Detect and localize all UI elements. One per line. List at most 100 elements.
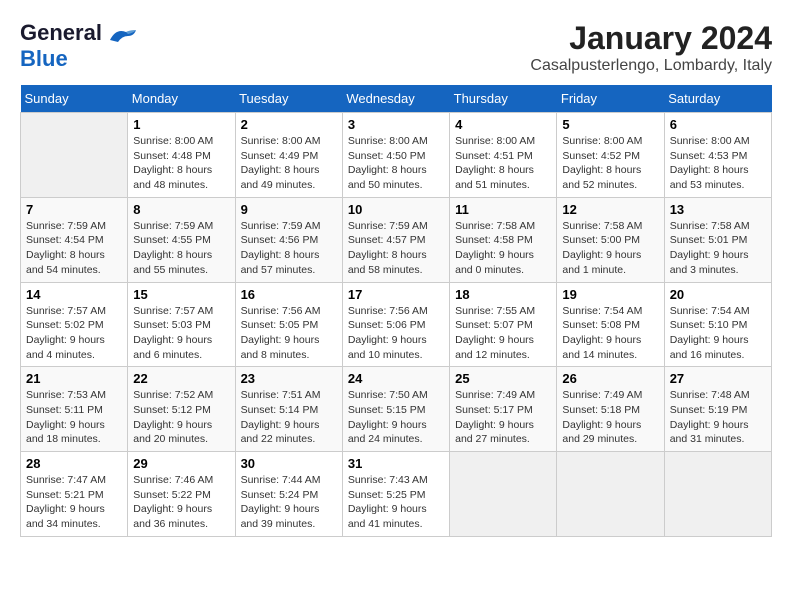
day-number: 11 — [455, 202, 551, 217]
calendar-cell: 18Sunrise: 7:55 AM Sunset: 5:07 PM Dayli… — [450, 282, 557, 367]
calendar-cell: 4 Sunrise: 8:00 AM Sunset: 4:51 PM Daylig… — [450, 113, 557, 198]
cell-content: Sunrise: 7:48 AM Sunset: 5:19 PM Dayligh… — [670, 388, 766, 447]
cell-content: Sunrise: 7:59 AM Sunset: 4:54 PM Dayligh… — [26, 219, 122, 278]
calendar-cell: 8 Sunrise: 7:59 AM Sunset: 4:55 PM Daylig… — [128, 197, 235, 282]
cell-content: Sunrise: 8:00 AM Sunset: 4:49 PM Dayligh… — [241, 134, 337, 193]
cell-content: Sunrise: 7:53 AM Sunset: 5:11 PM Dayligh… — [26, 388, 122, 447]
cell-content: Sunrise: 8:00 AM Sunset: 4:48 PM Dayligh… — [133, 134, 229, 193]
cell-content: Sunrise: 7:58 AM Sunset: 4:58 PM Dayligh… — [455, 219, 551, 278]
calendar-cell: 9Sunrise: 7:59 AM Sunset: 4:56 PM Daylig… — [235, 197, 342, 282]
logo-bird-icon — [108, 26, 140, 46]
logo-line2: Blue — [20, 46, 68, 71]
cell-content: Sunrise: 7:57 AM Sunset: 5:02 PM Dayligh… — [26, 304, 122, 363]
calendar-cell: 7 Sunrise: 7:59 AM Sunset: 4:54 PM Daylig… — [21, 197, 128, 282]
calendar-cell: 30 Sunrise: 7:44 AM Sunset: 5:24 PM Dayli… — [235, 452, 342, 537]
day-number: 24 — [348, 371, 444, 386]
day-number: 29 — [133, 456, 229, 471]
header-sunday: Sunday — [21, 85, 128, 113]
day-number: 15 — [133, 287, 229, 302]
cell-content: Sunrise: 7:57 AM Sunset: 5:03 PM Dayligh… — [133, 304, 229, 363]
day-number: 22 — [133, 371, 229, 386]
calendar-cell: 6Sunrise: 8:00 AM Sunset: 4:53 PM Daylig… — [664, 113, 771, 198]
day-number: 8 — [133, 202, 229, 217]
cell-content: Sunrise: 8:00 AM Sunset: 4:52 PM Dayligh… — [562, 134, 658, 193]
day-number: 26 — [562, 371, 658, 386]
cell-content: Sunrise: 7:59 AM Sunset: 4:56 PM Dayligh… — [241, 219, 337, 278]
cell-content: Sunrise: 7:58 AM Sunset: 5:01 PM Dayligh… — [670, 219, 766, 278]
calendar-cell: 19 Sunrise: 7:54 AM Sunset: 5:08 PM Dayli… — [557, 282, 664, 367]
calendar-cell: 29 Sunrise: 7:46 AM Sunset: 5:22 PM Dayli… — [128, 452, 235, 537]
main-title: January 2024 — [530, 20, 772, 57]
calendar-cell: 25Sunrise: 7:49 AM Sunset: 5:17 PM Dayli… — [450, 367, 557, 452]
day-number: 30 — [241, 456, 337, 471]
logo-line1: General — [20, 20, 102, 45]
cell-content: Sunrise: 7:54 AM Sunset: 5:08 PM Dayligh… — [562, 304, 658, 363]
week-row-1: 1 Sunrise: 8:00 AM Sunset: 4:48 PM Daylig… — [21, 113, 772, 198]
cell-content: Sunrise: 7:59 AM Sunset: 4:57 PM Dayligh… — [348, 219, 444, 278]
day-number: 13 — [670, 202, 766, 217]
cell-content: Sunrise: 7:44 AM Sunset: 5:24 PM Dayligh… — [241, 473, 337, 532]
logo: General Blue — [20, 20, 140, 72]
cell-content: Sunrise: 7:59 AM Sunset: 4:55 PM Dayligh… — [133, 219, 229, 278]
calendar-cell: 16Sunrise: 7:56 AM Sunset: 5:05 PM Dayli… — [235, 282, 342, 367]
calendar-cell: 1 Sunrise: 8:00 AM Sunset: 4:48 PM Daylig… — [128, 113, 235, 198]
cell-content: Sunrise: 7:49 AM Sunset: 5:18 PM Dayligh… — [562, 388, 658, 447]
cell-content: Sunrise: 8:00 AM Sunset: 4:50 PM Dayligh… — [348, 134, 444, 193]
day-number: 7 — [26, 202, 122, 217]
cell-content: Sunrise: 7:49 AM Sunset: 5:17 PM Dayligh… — [455, 388, 551, 447]
calendar-cell: 31Sunrise: 7:43 AM Sunset: 5:25 PM Dayli… — [342, 452, 449, 537]
day-number: 10 — [348, 202, 444, 217]
day-number: 3 — [348, 117, 444, 132]
cell-content: Sunrise: 7:46 AM Sunset: 5:22 PM Dayligh… — [133, 473, 229, 532]
day-number: 19 — [562, 287, 658, 302]
calendar-cell — [664, 452, 771, 537]
calendar-cell: 28 Sunrise: 7:47 AM Sunset: 5:21 PM Dayli… — [21, 452, 128, 537]
day-number: 4 — [455, 117, 551, 132]
calendar-cell: 21 Sunrise: 7:53 AM Sunset: 5:11 PM Dayli… — [21, 367, 128, 452]
cell-content: Sunrise: 7:51 AM Sunset: 5:14 PM Dayligh… — [241, 388, 337, 447]
cell-content: Sunrise: 7:54 AM Sunset: 5:10 PM Dayligh… — [670, 304, 766, 363]
week-row-2: 7 Sunrise: 7:59 AM Sunset: 4:54 PM Daylig… — [21, 197, 772, 282]
calendar-cell: 5 Sunrise: 8:00 AM Sunset: 4:52 PM Daylig… — [557, 113, 664, 198]
header-tuesday: Tuesday — [235, 85, 342, 113]
calendar-cell: 20 Sunrise: 7:54 AM Sunset: 5:10 PM Dayli… — [664, 282, 771, 367]
day-number: 28 — [26, 456, 122, 471]
week-row-3: 14 Sunrise: 7:57 AM Sunset: 5:02 PM Dayli… — [21, 282, 772, 367]
header-row: SundayMondayTuesdayWednesdayThursdayFrid… — [21, 85, 772, 113]
day-number: 18 — [455, 287, 551, 302]
cell-content: Sunrise: 8:00 AM Sunset: 4:53 PM Dayligh… — [670, 134, 766, 193]
cell-content: Sunrise: 7:50 AM Sunset: 5:15 PM Dayligh… — [348, 388, 444, 447]
cell-content: Sunrise: 7:56 AM Sunset: 5:06 PM Dayligh… — [348, 304, 444, 363]
day-number: 16 — [241, 287, 337, 302]
calendar-cell: 10 Sunrise: 7:59 AM Sunset: 4:57 PM Dayli… — [342, 197, 449, 282]
day-number: 20 — [670, 287, 766, 302]
day-number: 17 — [348, 287, 444, 302]
calendar-cell: 27 Sunrise: 7:48 AM Sunset: 5:19 PM Dayli… — [664, 367, 771, 452]
day-number: 23 — [241, 371, 337, 386]
day-number: 27 — [670, 371, 766, 386]
calendar-cell: 22 Sunrise: 7:52 AM Sunset: 5:12 PM Dayli… — [128, 367, 235, 452]
page-header: General Blue January 2024 Casalpusterlen… — [20, 20, 772, 75]
calendar-cell: 3 Sunrise: 8:00 AM Sunset: 4:50 PM Daylig… — [342, 113, 449, 198]
header-thursday: Thursday — [450, 85, 557, 113]
cell-content: Sunrise: 8:00 AM Sunset: 4:51 PM Dayligh… — [455, 134, 551, 193]
cell-content: Sunrise: 7:52 AM Sunset: 5:12 PM Dayligh… — [133, 388, 229, 447]
cell-content: Sunrise: 7:58 AM Sunset: 5:00 PM Dayligh… — [562, 219, 658, 278]
week-row-4: 21 Sunrise: 7:53 AM Sunset: 5:11 PM Dayli… — [21, 367, 772, 452]
day-number: 1 — [133, 117, 229, 132]
calendar-cell: 11 Sunrise: 7:58 AM Sunset: 4:58 PM Dayli… — [450, 197, 557, 282]
header-saturday: Saturday — [664, 85, 771, 113]
header-wednesday: Wednesday — [342, 85, 449, 113]
cell-content: Sunrise: 7:47 AM Sunset: 5:21 PM Dayligh… — [26, 473, 122, 532]
calendar-cell: 14 Sunrise: 7:57 AM Sunset: 5:02 PM Dayli… — [21, 282, 128, 367]
day-number: 2 — [241, 117, 337, 132]
day-number: 21 — [26, 371, 122, 386]
day-number: 5 — [562, 117, 658, 132]
day-number: 12 — [562, 202, 658, 217]
calendar-cell: 26 Sunrise: 7:49 AM Sunset: 5:18 PM Dayli… — [557, 367, 664, 452]
calendar-cell: 24 Sunrise: 7:50 AM Sunset: 5:15 PM Dayli… — [342, 367, 449, 452]
day-number: 31 — [348, 456, 444, 471]
day-number: 14 — [26, 287, 122, 302]
calendar-cell: 23 Sunrise: 7:51 AM Sunset: 5:14 PM Dayli… — [235, 367, 342, 452]
subtitle: Casalpusterlengo, Lombardy, Italy — [530, 57, 772, 75]
